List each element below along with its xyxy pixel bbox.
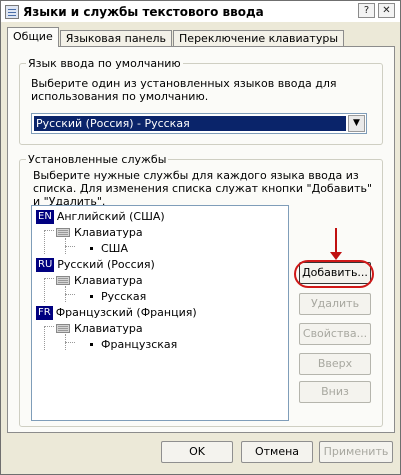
dialog-window: Языки и службы текстового ввода ? ✕ Общи… [0,0,401,475]
tree-connector [44,278,45,302]
window-title: Языки и службы текстового ввода [23,4,264,19]
remove-button[interactable]: Удалить [299,293,371,315]
keyboard-icon [56,276,70,285]
tree-connector [44,278,54,279]
close-button[interactable]: ✕ [378,3,395,18]
tree-layout-node[interactable]: США [90,241,128,256]
annotation-arrow-head-icon [330,252,342,260]
tree-language-label: Английский (США) [56,210,165,223]
chevron-down-icon[interactable]: ▼ [348,115,365,132]
tree-layout-label: Русская [101,290,147,303]
tree-connector [65,294,75,295]
tab-language-bar[interactable]: Языковая панель [59,30,173,47]
tree-connector [65,246,75,247]
move-down-button[interactable]: Вниз [299,381,371,403]
default-language-hint: Выберите один из установленных языков вв… [31,77,337,103]
tree-language-node[interactable]: EN Английский (США) [36,209,165,224]
tree-connector [65,342,75,343]
tree-language-node[interactable]: RU Русский (Россия) [36,257,155,272]
tab-keyboard-switching[interactable]: Переключение клавиатуры [173,30,344,47]
keyboard-icon [56,228,70,237]
default-language-select[interactable]: Русский (Россия) - Русская ▼ [31,113,367,134]
tree-category-label: Клавиатура [74,322,143,335]
language-code-badge: RU [36,257,55,272]
tree-category-label: Клавиатура [74,226,143,239]
tree-language-label: Французский (Франция) [55,306,197,319]
cancel-button[interactable]: Отмена [241,441,313,463]
tree-category-node[interactable]: Клавиатура [56,321,143,336]
properties-button[interactable]: Свойства... [299,323,371,345]
installed-services-legend: Установленные службы [28,153,167,166]
title-bar: Языки и службы текстового ввода ? ✕ [1,1,400,22]
move-up-button[interactable]: Вверх [299,353,371,375]
bullet-icon [90,343,93,346]
installed-services-tree[interactable]: EN Английский (США) Клавиатура США RU Ру… [31,205,289,421]
selected-language-value: Русский (Россия) - Русская [34,116,346,131]
default-language-legend: Язык ввода по умолчанию [28,57,181,70]
keyboard-icon [56,324,70,333]
annotation-highlight-ring [294,260,374,288]
help-button[interactable]: ? [358,3,375,18]
tab-strip: Общие Языковая панель Переключение клави… [7,27,345,47]
keyboard-settings-icon [5,4,19,19]
tree-language-label: Русский (Россия) [57,258,155,271]
bullet-icon [90,247,93,250]
tree-connector [44,326,45,350]
tree-layout-label: США [101,242,128,255]
language-code-badge: EN [36,209,54,224]
tree-layout-node[interactable]: Французская [90,337,177,352]
ok-button[interactable]: OK [161,441,233,463]
tree-layout-label: Французская [101,338,178,351]
tree-category-label: Клавиатура [74,274,143,287]
installed-services-hint: Выберите нужные службы для каждого языка… [33,169,373,208]
tree-layout-node[interactable]: Русская [90,289,146,304]
tab-general[interactable]: Общие [7,27,59,47]
tree-connector [44,230,54,231]
tree-language-node[interactable]: FR Французский (Франция) [36,305,197,320]
bullet-icon [90,295,93,298]
tree-connector [44,230,45,254]
tree-category-node[interactable]: Клавиатура [56,273,143,288]
apply-button[interactable]: Применить [319,441,393,463]
tree-category-node[interactable]: Клавиатура [56,225,143,240]
tree-connector [44,326,54,327]
language-code-badge: FR [36,305,53,320]
